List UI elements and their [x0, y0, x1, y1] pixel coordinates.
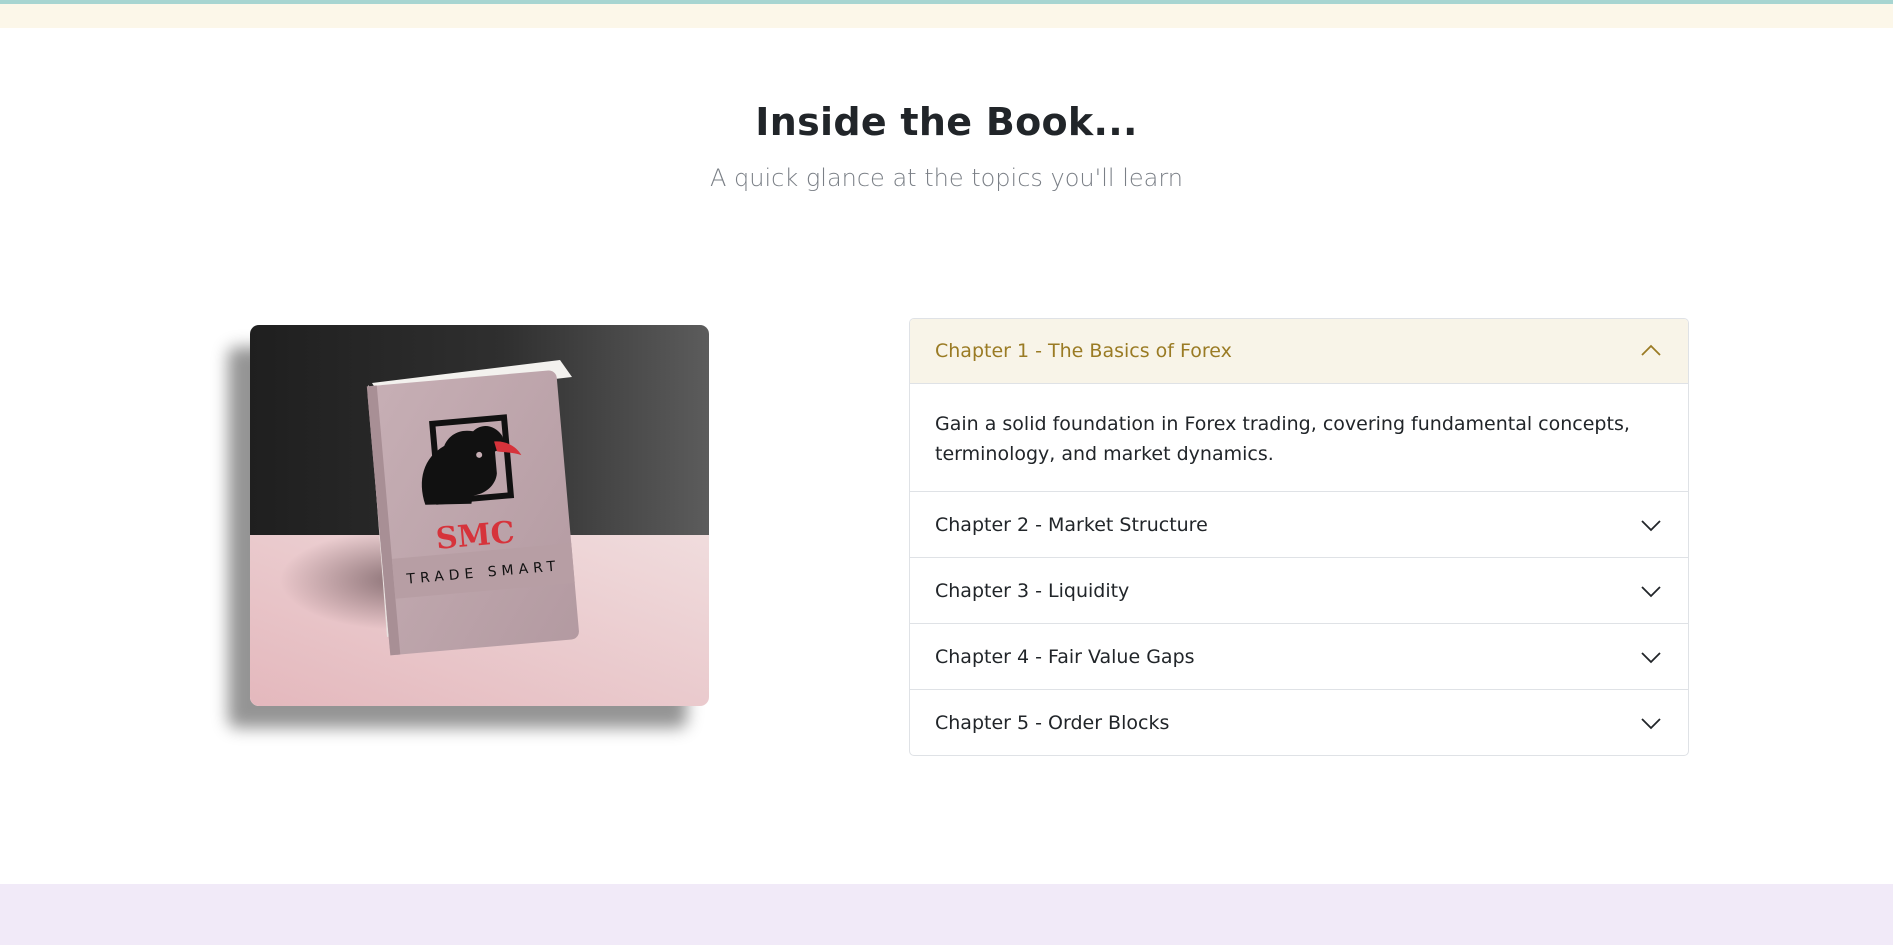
chapter-accordion: Chapter 1 - The Basics of Forex Gain a s… [909, 318, 1689, 756]
chevron-down-icon [1641, 519, 1661, 531]
accordion-header-chapter-2[interactable]: Chapter 2 - Market Structure [910, 492, 1688, 557]
accordion-item-chapter-1: Chapter 1 - The Basics of Forex Gain a s… [910, 319, 1688, 492]
section-title: Inside the Book... [755, 100, 1138, 144]
chevron-down-icon [1641, 717, 1661, 729]
accordion-item-chapter-5: Chapter 5 - Order Blocks [910, 690, 1688, 755]
chevron-down-icon [1641, 651, 1661, 663]
book-cover-image: SMC TRADE SMART [250, 325, 709, 706]
accordion-body-chapter-1: Gain a solid foundation in Forex trading… [935, 413, 1630, 465]
accordion-title: Chapter 3 - Liquidity [935, 579, 1130, 602]
accordion-item-chapter-4: Chapter 4 - Fair Value Gaps [910, 624, 1688, 690]
chevron-down-icon [1641, 585, 1661, 597]
top-section-strip [0, 0, 1893, 28]
accordion-header-chapter-1[interactable]: Chapter 1 - The Basics of Forex [910, 319, 1688, 384]
chevron-up-icon [1641, 344, 1661, 356]
accordion-item-chapter-2: Chapter 2 - Market Structure [910, 492, 1688, 558]
accordion-title: Chapter 2 - Market Structure [935, 513, 1208, 536]
next-section-strip [0, 884, 1893, 945]
accordion-header-chapter-5[interactable]: Chapter 5 - Order Blocks [910, 690, 1688, 755]
accordion-header-chapter-3[interactable]: Chapter 3 - Liquidity [910, 558, 1688, 623]
accordion-title: Chapter 5 - Order Blocks [935, 711, 1170, 734]
accordion-title: Chapter 1 - The Basics of Forex [935, 340, 1232, 362]
section-subtitle: A quick glance at the topics you'll lear… [709, 164, 1183, 192]
accordion-item-chapter-3: Chapter 3 - Liquidity [910, 558, 1688, 624]
accordion-title: Chapter 4 - Fair Value Gaps [935, 645, 1195, 668]
accordion-header-chapter-4[interactable]: Chapter 4 - Fair Value Gaps [910, 624, 1688, 689]
